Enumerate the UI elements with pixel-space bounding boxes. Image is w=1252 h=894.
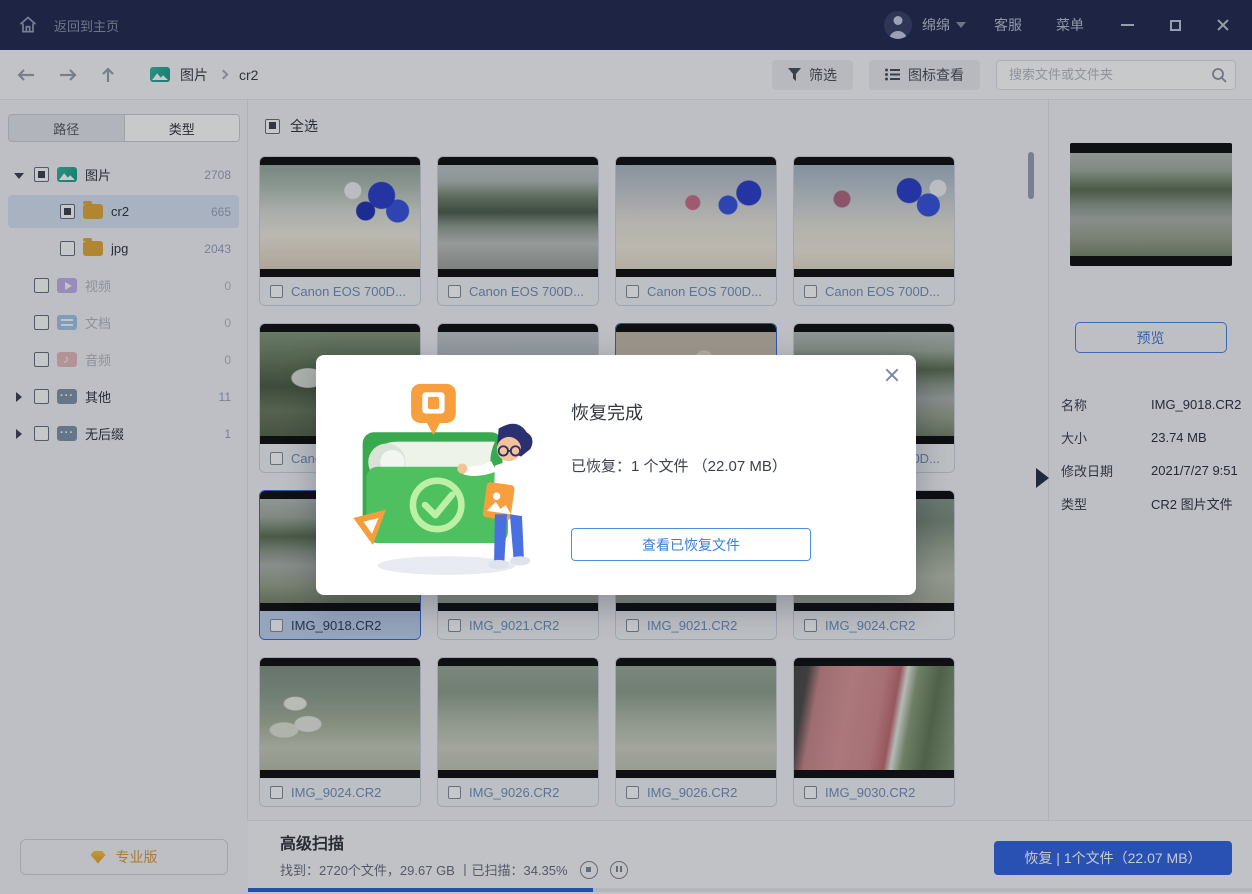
dialog-title: 恢复完成 xyxy=(571,399,886,425)
recovery-complete-dialog: 恢复完成 已恢复：1 个文件 （22.07 MB） 查看已恢复文件 xyxy=(316,355,916,595)
dialog-close-icon[interactable] xyxy=(884,367,900,383)
dialog-message: 已恢复：1 个文件 （22.07 MB） xyxy=(571,455,886,476)
view-recovered-files-button[interactable]: 查看已恢复文件 xyxy=(571,528,811,561)
recovery-illustration xyxy=(334,373,559,577)
